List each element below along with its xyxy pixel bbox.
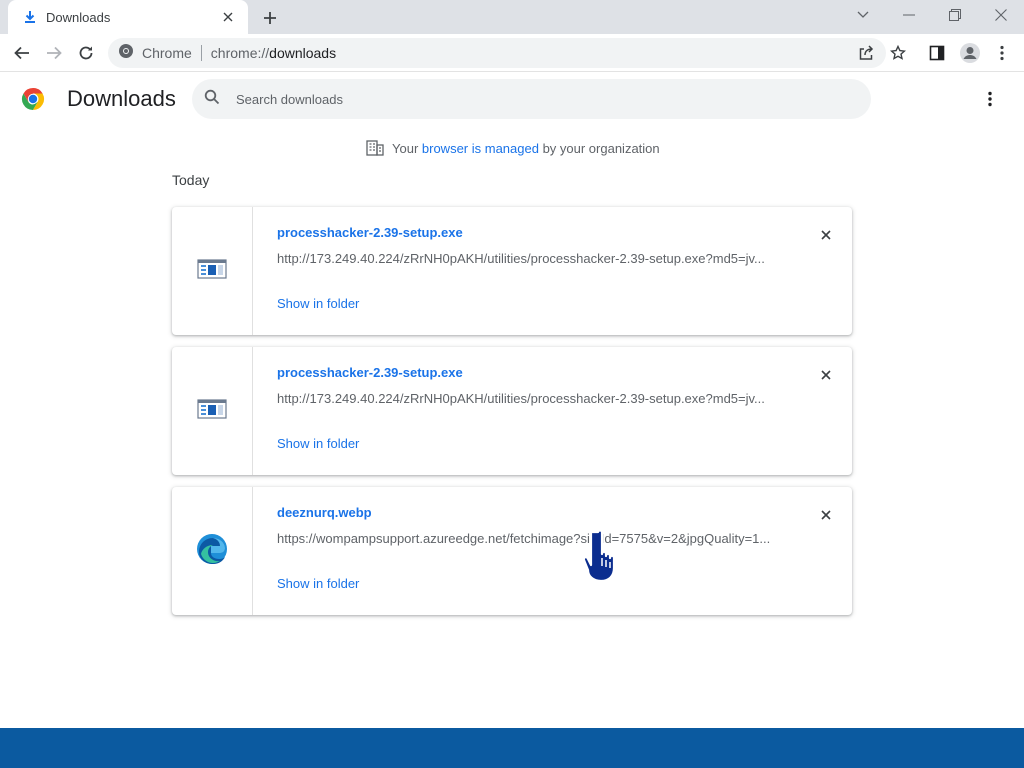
- file-icon-column: [172, 347, 253, 475]
- search-input[interactable]: [234, 90, 834, 108]
- show-in-folder-link[interactable]: Show in folder: [277, 296, 359, 311]
- download-url[interactable]: https://wompampsupport.azureedge.net/fet…: [277, 531, 777, 546]
- new-tab-plus-icon[interactable]: [258, 6, 282, 30]
- url-scheme: chrome://: [210, 45, 270, 61]
- omnibox-divider: [200, 45, 202, 61]
- search-icon: [204, 89, 220, 110]
- close-window-icon[interactable]: [978, 0, 1024, 30]
- edge-file-icon: [195, 532, 229, 571]
- address-bar[interactable]: Chrome chrome://downloads: [108, 38, 886, 68]
- page-title: Downloads: [67, 86, 176, 111]
- bookmark-star-icon[interactable]: [884, 39, 912, 67]
- download-url[interactable]: http://173.249.40.224/zRrNH0pAKH/utiliti…: [277, 391, 777, 406]
- download-filename[interactable]: processhacker-2.39-setup.exe: [277, 225, 463, 240]
- tab-close-icon[interactable]: [218, 7, 238, 27]
- show-in-folder-link[interactable]: Show in folder: [277, 436, 359, 451]
- remove-download-close-icon[interactable]: [814, 223, 838, 247]
- managed-prefix: Your: [392, 140, 422, 156]
- restore-icon[interactable]: [932, 0, 978, 30]
- download-filename[interactable]: deeznurq.webp: [277, 505, 372, 520]
- download-item: processhacker-2.39-setup.exe http://173.…: [172, 347, 852, 475]
- url-text: chrome://downloads: [211, 45, 336, 61]
- download-item: deeznurq.webp https://wompampsupport.azu…: [172, 487, 852, 615]
- search-box[interactable]: [192, 79, 871, 119]
- side-panel-icon[interactable]: [923, 39, 951, 67]
- file-icon-column: [172, 487, 253, 615]
- browser-toolbar: Chrome chrome://downloads: [0, 34, 1024, 72]
- reload-icon[interactable]: [72, 39, 100, 67]
- chrome-logo-icon: [21, 87, 45, 111]
- chrome-menu-icon[interactable]: [988, 39, 1016, 67]
- tab-strip: Downloads: [0, 0, 1024, 34]
- show-in-folder-link[interactable]: Show in folder: [277, 576, 359, 591]
- exe-file-icon: [197, 398, 227, 425]
- share-icon[interactable]: [852, 39, 880, 67]
- omnibox-chip: Chrome: [142, 45, 192, 61]
- download-filename[interactable]: processhacker-2.39-setup.exe: [277, 365, 463, 380]
- download-item: processhacker-2.39-setup.exe http://173.…: [172, 207, 852, 335]
- building-icon: [366, 140, 384, 156]
- chrome-icon: [118, 43, 134, 64]
- section-date-label: Today: [172, 172, 210, 188]
- minimize-icon[interactable]: [886, 0, 932, 30]
- download-icon: [22, 9, 38, 25]
- forward-arrow-icon[interactable]: [40, 39, 68, 67]
- back-arrow-icon[interactable]: [8, 39, 36, 67]
- tab-search-chevron-icon[interactable]: [840, 0, 886, 30]
- exe-file-icon: [197, 258, 227, 285]
- remove-download-close-icon[interactable]: [814, 503, 838, 527]
- remove-download-close-icon[interactable]: [814, 363, 838, 387]
- url-host: downloads: [269, 45, 337, 61]
- bottom-banner: [0, 728, 1024, 768]
- managed-link[interactable]: browser is managed: [422, 141, 539, 156]
- download-url[interactable]: http://173.249.40.224/zRrNH0pAKH/utiliti…: [277, 251, 777, 266]
- managed-suffix: by your organization: [538, 140, 660, 156]
- tab-title: Downloads: [46, 9, 111, 25]
- downloads-menu-icon[interactable]: [978, 87, 1002, 111]
- file-icon-column: [172, 207, 253, 335]
- tab-downloads[interactable]: Downloads: [8, 0, 248, 34]
- managed-notice: Your browser is managed by your organiza…: [366, 140, 660, 156]
- profile-avatar-icon[interactable]: [956, 39, 984, 67]
- hand-pointer-cursor-icon: [578, 528, 628, 584]
